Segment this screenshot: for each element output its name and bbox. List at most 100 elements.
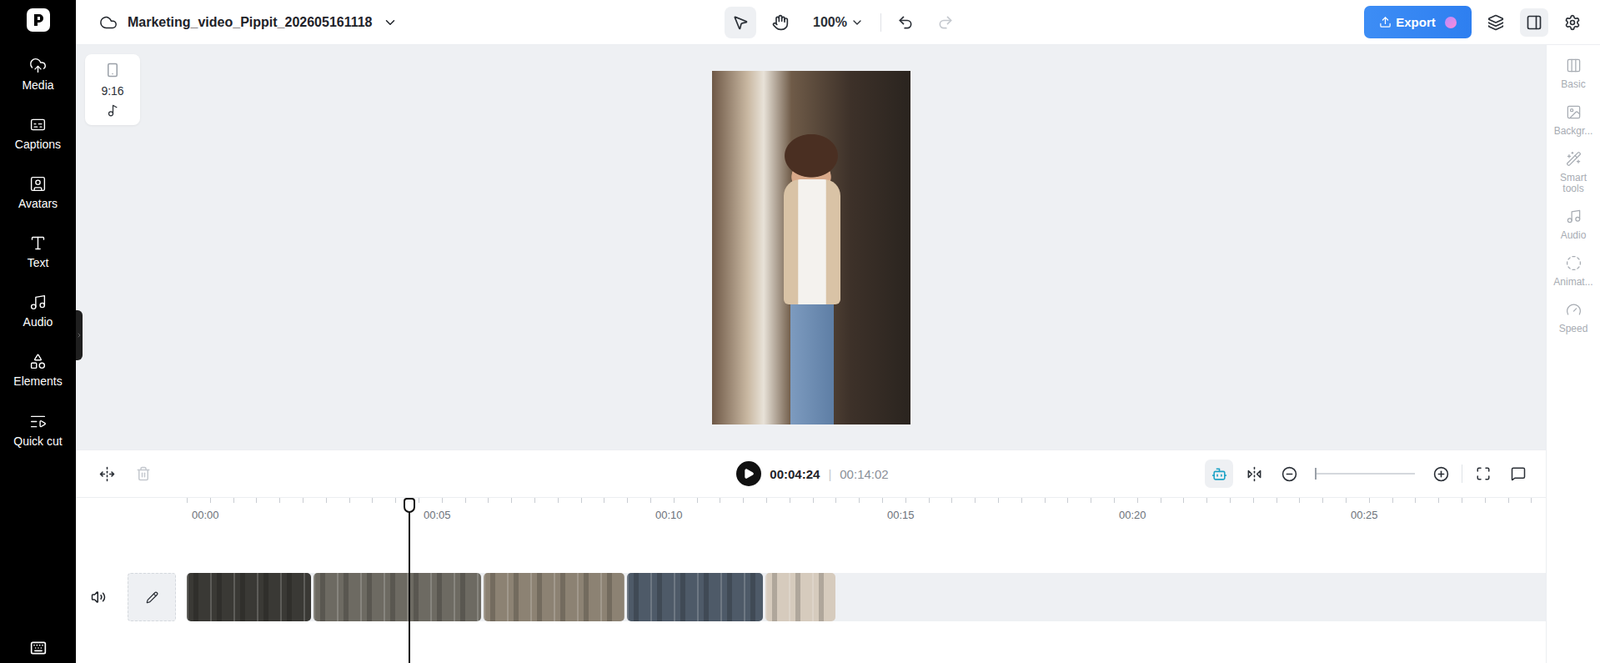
sparkle-badge bbox=[1444, 16, 1457, 29]
trim-button[interactable] bbox=[92, 459, 121, 488]
undo-button[interactable] bbox=[889, 6, 922, 39]
ruler[interactable]: 00:0000:0500:1000:1500:2000:25 bbox=[75, 497, 1546, 532]
zoom-select[interactable]: 100% bbox=[804, 15, 873, 31]
sidebar-item-icon bbox=[29, 56, 47, 75]
panel-toggle[interactable] bbox=[1519, 8, 1549, 37]
fullscreen-icon bbox=[1475, 466, 1491, 482]
phone-icon bbox=[105, 62, 121, 78]
split-button[interactable] bbox=[1239, 459, 1269, 488]
sidebar-item-icon bbox=[29, 115, 47, 134]
upload-icon bbox=[1379, 15, 1392, 29]
comment-icon bbox=[1510, 466, 1526, 482]
sidebar-item-icon bbox=[29, 234, 47, 252]
tiktok-icon bbox=[106, 104, 120, 117]
sidebar-item[interactable]: Audio bbox=[3, 286, 74, 336]
right-panel: Basic Backgr... Smart tools Audio Animat... S… bbox=[1545, 45, 1600, 663]
play-button[interactable] bbox=[736, 461, 762, 487]
timeline-toolbar: 00:04:24|00:14:02 bbox=[75, 449, 1546, 498]
settings-button[interactable] bbox=[1558, 8, 1587, 37]
sidebar-item[interactable]: Text bbox=[3, 227, 74, 276]
panel-item[interactable]: Basic bbox=[1547, 56, 1600, 92]
collapse-handle[interactable] bbox=[75, 310, 83, 361]
hand-icon bbox=[772, 14, 789, 31]
pencil-icon bbox=[145, 591, 159, 604]
top-bar: Marketing_video_Pippit_202605161118 100% E… bbox=[75, 0, 1600, 46]
keyboard-icon bbox=[30, 639, 47, 657]
cloud-icon bbox=[99, 13, 118, 32]
ruler-tick: 00:10 bbox=[650, 497, 883, 532]
gear-icon bbox=[1564, 14, 1581, 31]
panel-item[interactable]: Backgr... bbox=[1547, 103, 1600, 139]
panel-item-icon bbox=[1565, 255, 1582, 271]
chevron-down-icon[interactable] bbox=[382, 15, 398, 31]
edit-cover[interactable] bbox=[127, 572, 176, 622]
current-time: 00:04:24 bbox=[769, 466, 820, 482]
shortcuts[interactable] bbox=[30, 639, 47, 657]
ruler-tick: 00:20 bbox=[1113, 497, 1346, 532]
sidebar-item[interactable]: Quick cut bbox=[3, 406, 74, 455]
project-title[interactable]: Marketing_video_Pippit_202605161118 bbox=[127, 15, 373, 31]
redo-button[interactable] bbox=[929, 6, 962, 39]
sidebar-item-icon bbox=[29, 352, 47, 371]
redo-icon bbox=[937, 14, 954, 31]
clip[interactable] bbox=[765, 572, 836, 622]
speaker-icon[interactable] bbox=[90, 589, 106, 605]
zoom-out-button[interactable] bbox=[1274, 459, 1304, 488]
sidebar: Media Captions Avatars Text Audio Elements Qui… bbox=[0, 0, 76, 663]
pointer-icon bbox=[732, 14, 749, 31]
split-icon bbox=[1246, 466, 1263, 482]
panel-item-icon bbox=[1565, 301, 1582, 318]
panel-item[interactable]: Smart tools bbox=[1547, 150, 1600, 197]
snap-icon bbox=[1211, 466, 1228, 482]
canvas: 9:16 bbox=[75, 45, 1546, 450]
clip[interactable] bbox=[313, 572, 482, 622]
chevron-icon bbox=[75, 331, 83, 339]
panel-item[interactable]: Animat... bbox=[1547, 254, 1600, 290]
chevron-down-icon bbox=[850, 15, 864, 30]
ruler-tick: 00:00 bbox=[186, 497, 419, 532]
sidebar-item-icon bbox=[29, 412, 47, 431]
snap-toggle[interactable] bbox=[1204, 459, 1234, 488]
sidebar-item[interactable]: Avatars bbox=[3, 168, 74, 217]
logo-icon bbox=[31, 12, 46, 28]
plus-icon bbox=[1433, 466, 1450, 482]
ruler-tick: 00:15 bbox=[882, 497, 1114, 532]
export-button[interactable]: Export bbox=[1364, 5, 1472, 39]
total-time: 00:14:02 bbox=[839, 466, 888, 482]
editor: Media Captions Avatars Text Audio Elements Qui… bbox=[0, 0, 1600, 663]
ruler-tick: 00:05 bbox=[418, 497, 651, 532]
zoom-slider[interactable] bbox=[1314, 472, 1415, 475]
layers-icon bbox=[1487, 14, 1505, 31]
clip[interactable] bbox=[186, 572, 311, 622]
panel-item[interactable]: Audio bbox=[1547, 207, 1600, 243]
sidebar-item[interactable]: Captions bbox=[3, 109, 74, 158]
clip[interactable] bbox=[483, 572, 625, 622]
panel-item[interactable]: Speed bbox=[1547, 300, 1600, 337]
logo[interactable] bbox=[26, 8, 51, 32]
panel-icon bbox=[1525, 14, 1543, 31]
aspect-ratio[interactable]: 9:16 bbox=[85, 54, 141, 126]
delete-button[interactable] bbox=[129, 459, 158, 488]
fullscreen-button[interactable] bbox=[1469, 459, 1498, 488]
select-tool[interactable] bbox=[724, 6, 757, 39]
comment-button[interactable] bbox=[1504, 459, 1533, 488]
sidebar-item-icon bbox=[29, 293, 47, 311]
video-track bbox=[75, 572, 1546, 622]
play-icon bbox=[742, 467, 755, 480]
trash-icon bbox=[135, 466, 151, 482]
sidebar-item[interactable]: Elements bbox=[3, 346, 74, 395]
undo-icon bbox=[897, 14, 914, 31]
panel-item-icon bbox=[1565, 57, 1582, 74]
panel-item-icon bbox=[1565, 104, 1582, 121]
hand-tool[interactable] bbox=[764, 6, 797, 39]
timeline: 00:04:24|00:14:0200:0000:0500:1000:1500:… bbox=[75, 449, 1546, 663]
sidebar-item[interactable]: Media bbox=[3, 50, 74, 99]
clip[interactable] bbox=[626, 572, 763, 622]
zoom-in-button[interactable] bbox=[1426, 459, 1455, 488]
layers-button[interactable] bbox=[1481, 8, 1510, 37]
video-preview[interactable] bbox=[712, 70, 911, 425]
ruler-tick: 00:25 bbox=[1345, 497, 1546, 532]
panel-item-icon bbox=[1565, 208, 1582, 225]
trim-icon bbox=[99, 466, 116, 482]
playhead[interactable] bbox=[408, 497, 411, 663]
